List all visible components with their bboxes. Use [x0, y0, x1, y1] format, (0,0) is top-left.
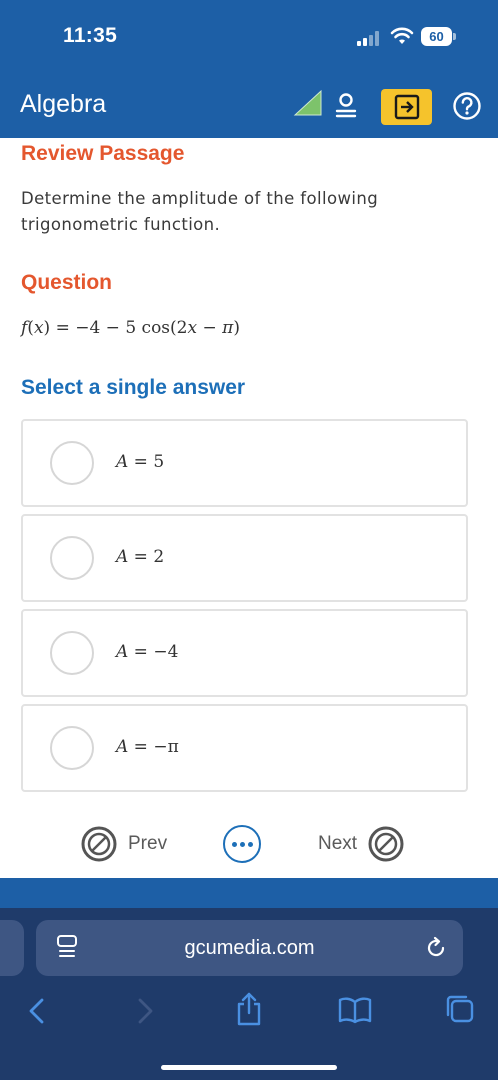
- question-panel: Review Passage Determine the amplitude o…: [0, 138, 498, 810]
- option-label: A = 2: [116, 547, 165, 567]
- radio-button[interactable]: [50, 631, 94, 675]
- question-heading: Question: [21, 271, 113, 294]
- function-formula: f(x) = −4 − 5 cos(2x − π): [21, 318, 240, 338]
- status-time: 11:35: [63, 24, 118, 47]
- ellipsis-icon: [231, 841, 237, 847]
- battery-indicator: 60: [421, 27, 452, 46]
- option-label: A = −4: [116, 642, 179, 662]
- share-icon[interactable]: [235, 991, 263, 1027]
- answer-option-3[interactable]: A = −4: [21, 609, 468, 697]
- more-options-button[interactable]: [223, 825, 261, 863]
- person-icon[interactable]: [333, 91, 359, 121]
- app-title: Algebra: [20, 90, 107, 118]
- url-text: gcumedia.com: [184, 937, 315, 959]
- tabs-icon[interactable]: [444, 993, 476, 1025]
- address-bar[interactable]: gcumedia.com: [36, 920, 463, 976]
- review-passage-link[interactable]: Review Passage: [21, 142, 184, 166]
- forward-icon[interactable]: [134, 996, 156, 1026]
- next-button[interactable]: Next: [318, 825, 405, 863]
- page-bottom-strip: [0, 878, 498, 908]
- disabled-icon: [368, 826, 404, 862]
- question-prompt: Determine the amplitude of the following…: [21, 189, 379, 234]
- back-icon[interactable]: [26, 996, 48, 1026]
- app-header: 11:35 60 Algebra: [0, 0, 498, 138]
- reload-icon[interactable]: [424, 936, 448, 960]
- prev-button[interactable]: Prev: [80, 825, 167, 863]
- select-heading: Select a single answer: [21, 376, 246, 399]
- exit-icon: [394, 94, 419, 120]
- previous-tab-preview[interactable]: [0, 920, 24, 976]
- home-indicator: [161, 1065, 337, 1070]
- cellular-signal-icon: [357, 30, 383, 46]
- option-label: A = 5: [116, 452, 165, 472]
- browser-chrome: gcumedia.com: [0, 878, 498, 1080]
- next-label: Next: [318, 833, 358, 854]
- prev-label: Prev: [128, 833, 168, 854]
- answer-option-1[interactable]: A = 5: [21, 419, 468, 507]
- battery-tip: [453, 33, 456, 40]
- answer-option-2[interactable]: A = 2: [21, 514, 468, 602]
- wifi-icon: [390, 27, 414, 44]
- exit-button[interactable]: [381, 89, 432, 125]
- bookmarks-icon[interactable]: [338, 996, 372, 1024]
- answer-option-4[interactable]: A = −π: [21, 704, 468, 792]
- radio-button[interactable]: [50, 726, 94, 770]
- radio-button[interactable]: [50, 441, 94, 485]
- help-icon[interactable]: [452, 91, 482, 121]
- flag-icon[interactable]: [293, 89, 323, 117]
- question-navigation: Prev Next: [0, 810, 498, 878]
- radio-button[interactable]: [50, 536, 94, 580]
- disabled-icon: [81, 826, 117, 862]
- option-label: A = −π: [116, 737, 179, 757]
